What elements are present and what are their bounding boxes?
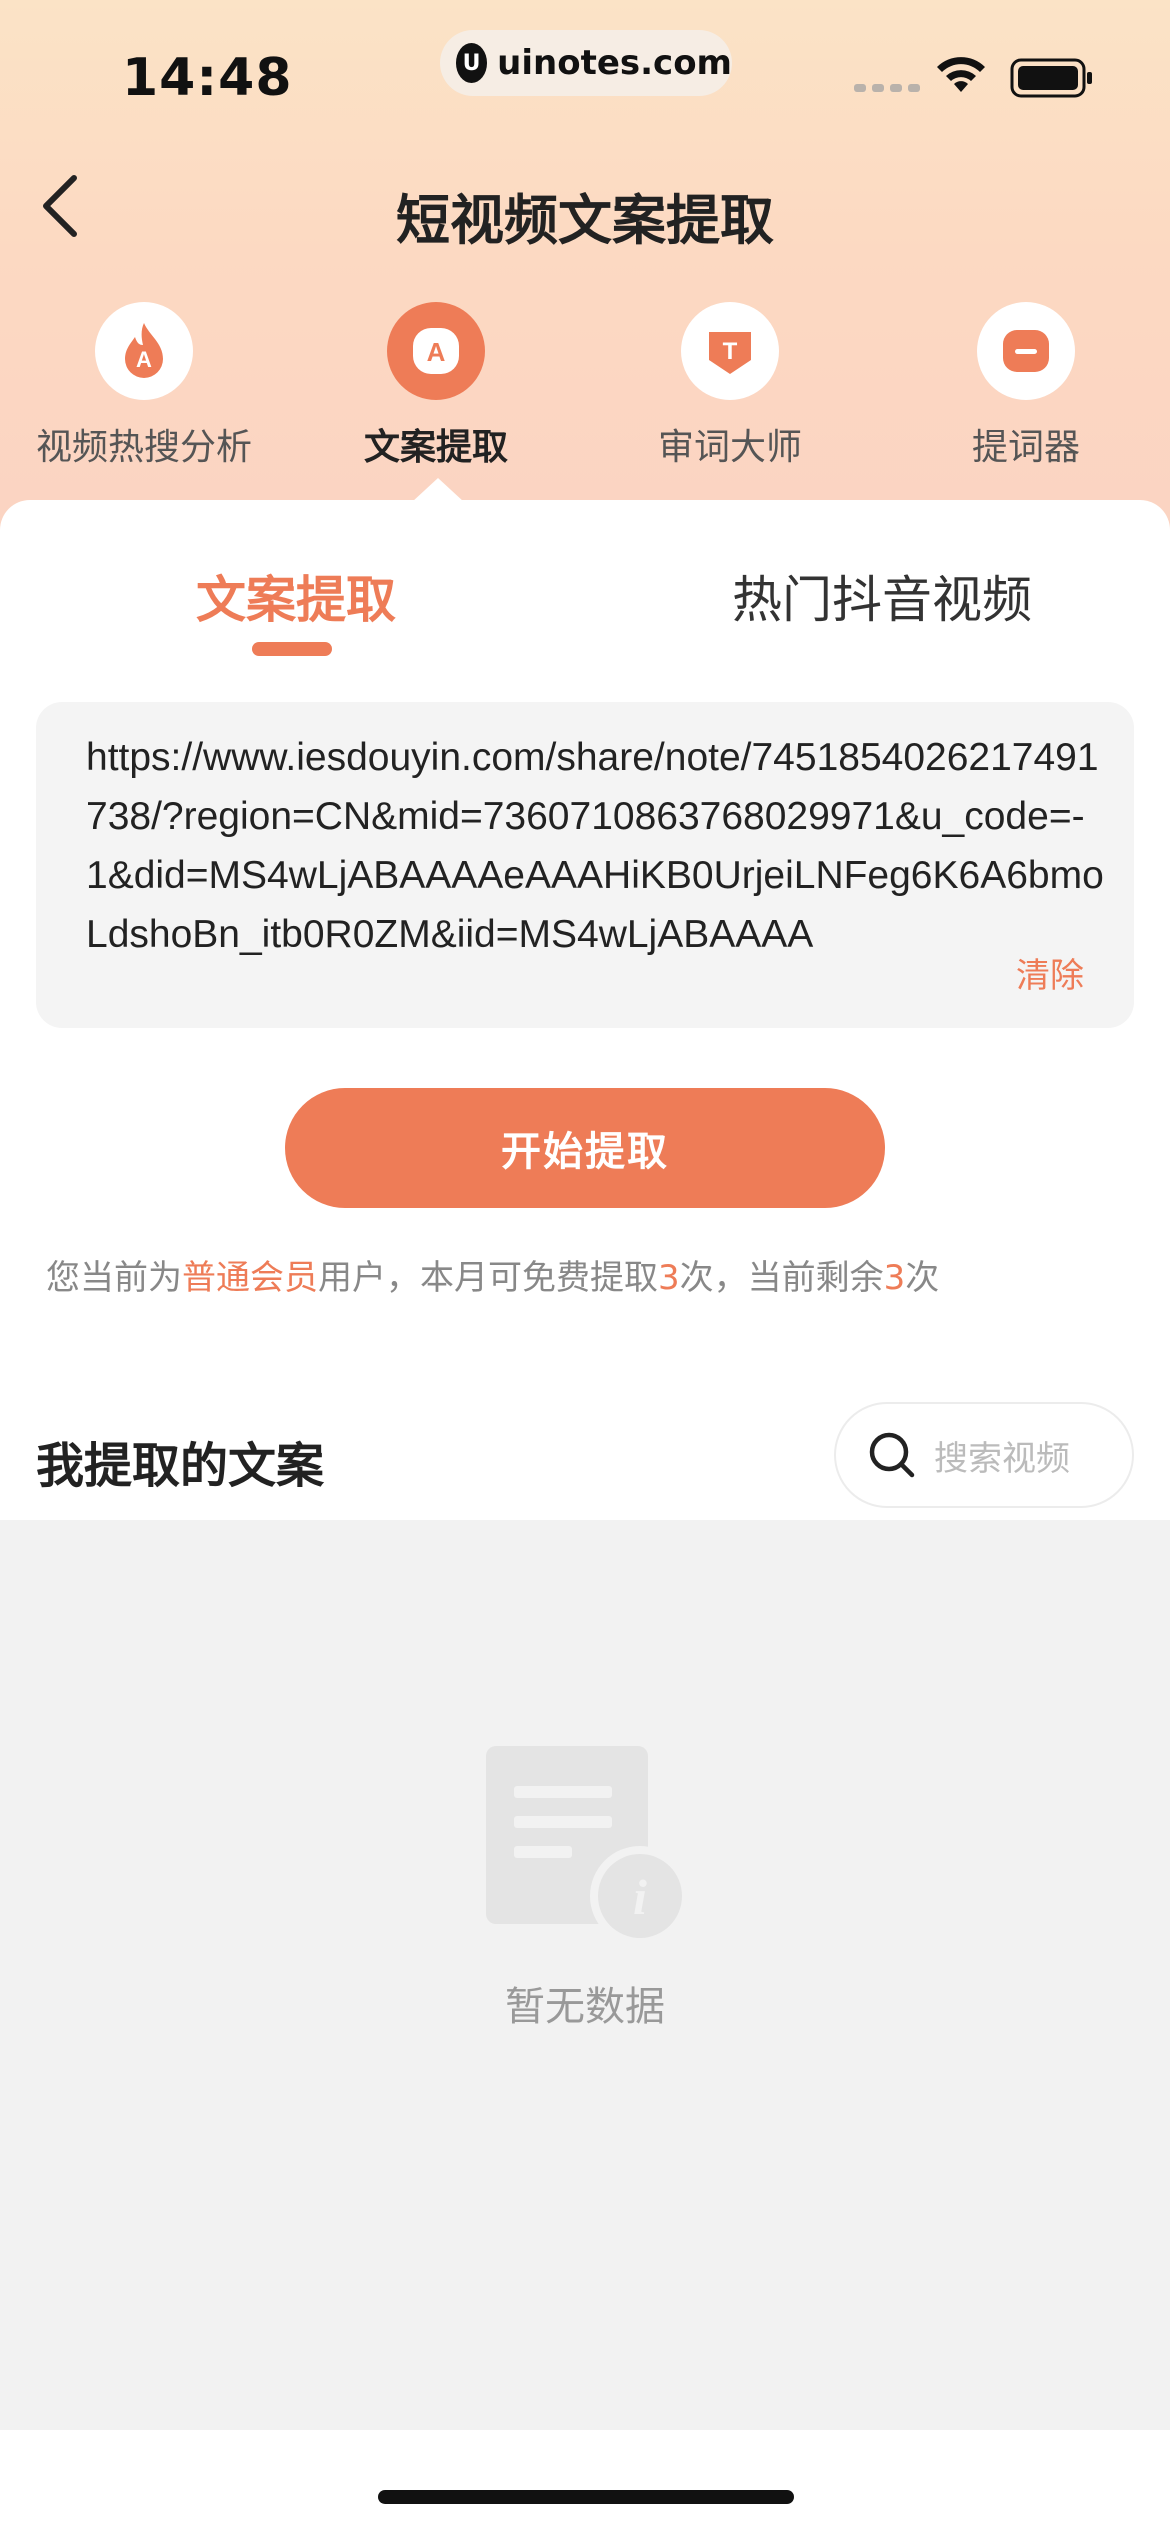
link-input-value: https://www.iesdouyin.com/share/note/745… (86, 736, 1104, 956)
free-count: 3 (658, 1258, 680, 1298)
url-text: uinotes.com (497, 43, 732, 83)
category-label: 视频热搜分析 (35, 427, 252, 468)
remaining-count: 3 (883, 1258, 906, 1298)
svg-text:T: T (723, 338, 738, 365)
svg-text:A: A (136, 347, 152, 372)
category-word-review[interactable]: T 审词大师 (600, 302, 860, 470)
home-indicator[interactable] (378, 2490, 794, 2504)
clear-button[interactable]: 清除 (1016, 948, 1084, 997)
tab-hot-douyin[interactable]: 热门抖音视频 (732, 560, 1032, 632)
history-title: 我提取的文案 (36, 1438, 325, 1494)
search-placeholder: 搜索视频 (934, 1438, 1070, 1479)
category-label: 提词器 (971, 427, 1080, 468)
search-input[interactable]: 搜索视频 (834, 1402, 1134, 1508)
category-teleprompter[interactable]: 提词器 (896, 302, 1156, 470)
svg-text:i: i (633, 1869, 647, 1925)
category-copy-extract[interactable]: A 文案提取 (306, 302, 566, 470)
page-title: 短视频文案提取 (396, 189, 774, 252)
a-badge-icon: A (413, 328, 459, 374)
site-logo-icon: U (456, 43, 488, 83)
empty-document-icon: i (486, 1746, 690, 1944)
tab-indicator (252, 642, 332, 656)
category-hot-search[interactable]: A 视频热搜分析 (14, 302, 274, 470)
empty-state-text: 暂无数据 (505, 1984, 665, 2030)
quota-text: 您当前为普通会员用户，本月可免费提取3次，当前剩余3次 (46, 1250, 939, 1299)
category-label: 文案提取 (363, 427, 508, 468)
bottom-safe-area (0, 2430, 1170, 2532)
prompter-icon (1003, 330, 1049, 372)
svg-text:A: A (427, 337, 446, 367)
start-extract-button[interactable]: 开始提取 (285, 1088, 885, 1208)
category-label: 审词大师 (657, 427, 802, 468)
quota-prefix: 您当前为 (46, 1258, 182, 1298)
screen: 14:48 U uinotes.com 短视频文案提取 A 视频热搜分析 A 文… (0, 0, 1170, 2532)
search-icon (869, 1432, 915, 1478)
status-time: 14:48 (122, 48, 293, 108)
quota-middle2: 次，当前剩余 (679, 1258, 884, 1298)
url-pill[interactable]: U uinotes.com (440, 30, 732, 96)
signal-icon (854, 84, 920, 92)
link-input[interactable]: https://www.iesdouyin.com/share/note/745… (36, 702, 1134, 1028)
active-pointer (412, 478, 464, 502)
member-type: 普通会员 (182, 1258, 318, 1298)
tab-copy-extract[interactable]: 文案提取 (196, 560, 396, 632)
wifi-icon (937, 57, 985, 92)
battery-icon (1010, 58, 1092, 98)
flame-icon: A (125, 323, 163, 378)
t-badge-icon: T (709, 332, 751, 374)
quota-middle: 用户，本月可免费提取 (318, 1258, 658, 1298)
quota-suffix: 次 (905, 1258, 940, 1298)
